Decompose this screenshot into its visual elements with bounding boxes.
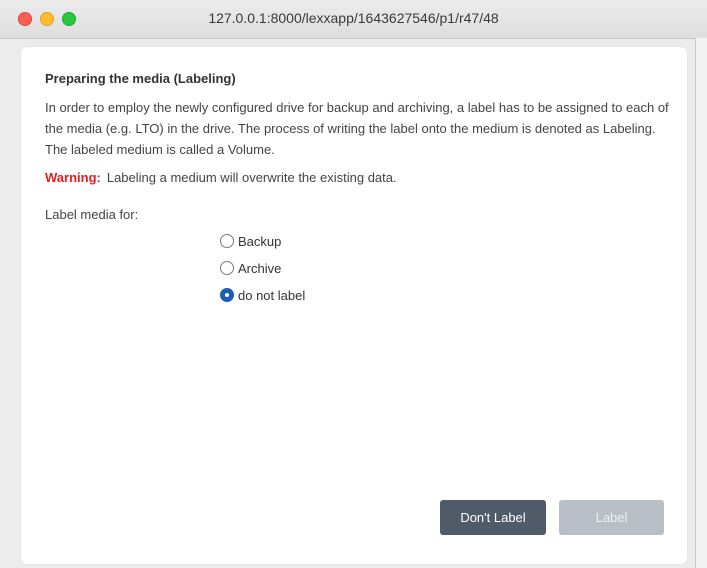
browser-window: 127.0.0.1:8000/lexxapp/1643627546/p1/r47… xyxy=(0,0,707,568)
radio-option-archive[interactable]: Archive xyxy=(220,259,281,277)
radio-option-do-not-label[interactable]: do not label xyxy=(220,286,305,304)
warning-label: Warning: xyxy=(45,170,101,185)
title-bar: 127.0.0.1:8000/lexxapp/1643627546/p1/r47… xyxy=(0,0,707,39)
radio-label-do-not-label[interactable]: do not label xyxy=(238,288,305,303)
warning-text: Labeling a medium will overwrite the exi… xyxy=(106,170,397,185)
dont-label-button[interactable]: Don't Label xyxy=(440,500,546,535)
radio-button-archive[interactable] xyxy=(220,261,234,275)
label-button[interactable]: Label xyxy=(559,500,664,535)
radio-button-do-not-label[interactable] xyxy=(220,288,234,302)
radio-label-archive[interactable]: Archive xyxy=(238,261,281,276)
warning-message: Warning: Labeling a medium will overwrite… xyxy=(45,170,397,185)
dialog-title: Preparing the media (Labeling) xyxy=(45,71,236,86)
dialog-description: In order to employ the newly configured … xyxy=(45,100,669,157)
window-url: 127.0.0.1:8000/lexxapp/1643627546/p1/r47… xyxy=(208,10,499,26)
radio-label-backup[interactable]: Backup xyxy=(238,234,281,249)
radio-option-backup[interactable]: Backup xyxy=(220,232,281,250)
radio-button-backup[interactable] xyxy=(220,234,234,248)
label-media-for-label: Label media for: xyxy=(45,207,139,222)
labeling-dialog: Preparing the media (Labeling) In order … xyxy=(21,47,687,564)
scrollbar-track[interactable] xyxy=(695,38,707,568)
